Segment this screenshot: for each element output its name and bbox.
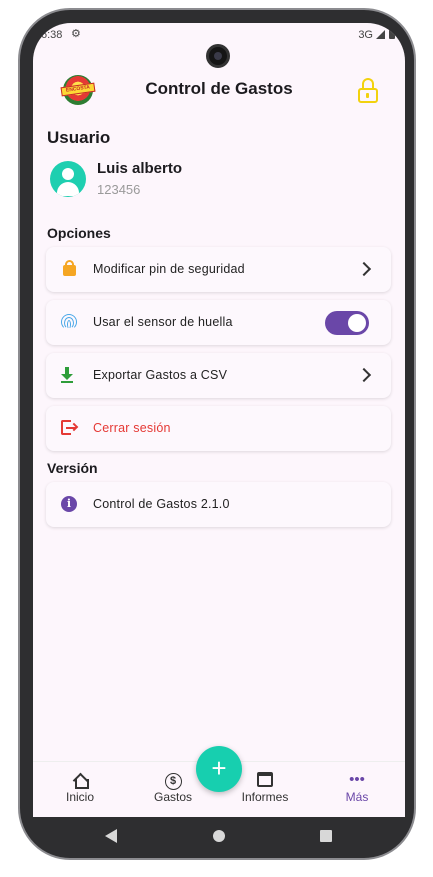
front-camera	[206, 44, 230, 68]
version-section-title: Versión	[47, 460, 98, 476]
version-card: i Control de Gastos 2.1.0	[46, 482, 391, 527]
phone-frame: 6:38 ⚙ 3G ENCOSTA Control de Gastos Usua…	[18, 8, 416, 860]
padlock-icon	[60, 260, 78, 278]
page-title: Control de Gastos	[145, 79, 293, 98]
info-dot: i	[61, 496, 77, 512]
more-horizontal-icon: •••	[349, 771, 365, 788]
option-fingerprint: Usar el sensor de huella	[46, 300, 391, 345]
status-time: 6:38	[41, 29, 63, 41]
user-section-title: Usuario	[47, 128, 111, 147]
download-arrow-head	[61, 374, 73, 380]
nav-label: Informes	[241, 790, 289, 804]
download-icon	[60, 366, 78, 384]
nav-item-inicio[interactable]: Inicio	[45, 770, 115, 804]
logout-label: Cerrar sesión	[93, 421, 171, 435]
logout-icon	[60, 419, 79, 437]
fingerprint-ring-inner	[67, 320, 71, 329]
avatar-torso	[57, 182, 79, 196]
lock-body	[358, 88, 378, 103]
option-label: Exportar Gastos a CSV	[93, 368, 228, 382]
app-screen: 6:38 ⚙ 3G ENCOSTA Control de Gastos Usua…	[33, 23, 405, 817]
avatar-head	[62, 168, 74, 180]
download-base	[61, 381, 73, 383]
home-icon	[45, 770, 115, 790]
app-bar: ENCOSTA Control de Gastos	[33, 63, 405, 119]
version-label: Control de Gastos 2.1.0	[93, 497, 230, 511]
fingerprint-icon	[60, 313, 78, 331]
home-circle-icon[interactable]	[213, 830, 225, 842]
option-logout[interactable]: Cerrar sesión	[46, 406, 391, 451]
option-label: Usar el sensor de huella	[93, 315, 233, 329]
back-icon[interactable]	[105, 829, 117, 843]
option-change-pin[interactable]: Modificar pin de seguridad	[46, 247, 391, 292]
system-nav-bar	[33, 817, 405, 855]
nav-label: Gastos	[153, 790, 192, 804]
lock-open-icon[interactable]	[357, 78, 379, 104]
signal-icon	[376, 30, 385, 39]
info-icon: i	[60, 495, 78, 513]
toggle-knob	[348, 314, 366, 332]
nav-label: Inicio	[65, 790, 94, 804]
gear-icon: ⚙	[71, 28, 81, 40]
options-section-title: Opciones	[47, 225, 111, 241]
fingerprint-toggle[interactable]	[325, 311, 369, 335]
avatar	[50, 161, 86, 197]
option-label: Modificar pin de seguridad	[93, 262, 245, 276]
user-id: 123456	[97, 182, 141, 197]
chevron-right-icon	[356, 367, 372, 383]
network-type: 3G	[358, 29, 373, 41]
recents-icon[interactable]	[320, 830, 332, 842]
padlock-body	[63, 265, 76, 276]
add-expense-button[interactable]: +	[196, 746, 242, 792]
logout-arrow-head	[69, 422, 79, 432]
battery-icon	[389, 28, 395, 39]
chevron-right-icon	[356, 261, 372, 277]
nav-label: Más	[345, 790, 369, 804]
nav-item-mas[interactable]: ••• Más	[322, 770, 392, 804]
option-export-csv[interactable]: Exportar Gastos a CSV	[46, 353, 391, 398]
user-name: Luis alberto	[97, 160, 183, 177]
